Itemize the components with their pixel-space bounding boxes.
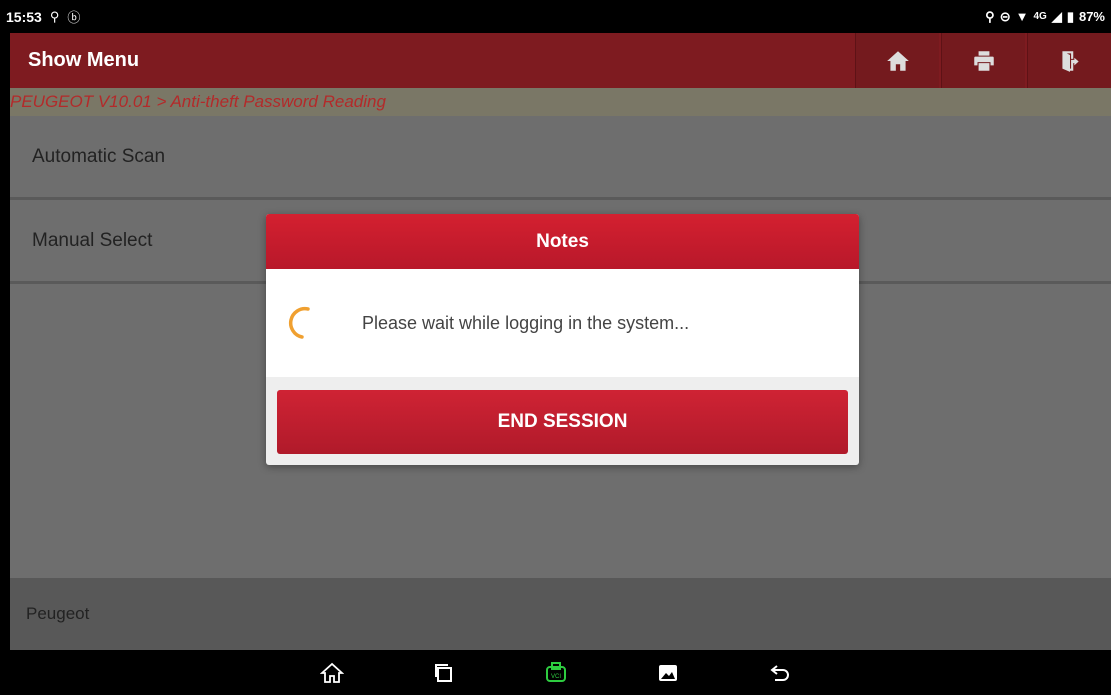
nav-gallery-button[interactable] xyxy=(656,661,680,685)
vci-icon: VCI xyxy=(545,661,566,682)
dialog-body: Please wait while logging in the system.… xyxy=(266,269,859,377)
dialog-title: Notes xyxy=(266,214,859,269)
exit-button[interactable] xyxy=(1027,33,1111,88)
gallery-icon xyxy=(658,664,677,681)
nav-home-button[interactable] xyxy=(319,661,344,685)
exit-icon xyxy=(1061,50,1079,72)
print-icon xyxy=(973,50,994,71)
left-edge xyxy=(0,33,10,650)
network-type: 4G xyxy=(1033,11,1047,22)
usb-debug-icon: ⚲ xyxy=(49,8,60,24)
android-nav-bar: VCI xyxy=(0,650,1111,695)
location-icon: ⚲ xyxy=(985,8,995,24)
home-button[interactable] xyxy=(855,33,939,88)
svg-text:VCI: VCI xyxy=(550,674,560,680)
back-icon xyxy=(769,664,789,681)
nav-recents-button[interactable] xyxy=(432,661,456,685)
status-bar: 15:53 ⚲ ⓑ ⚲ ⊝ ▼ 4G ◢ ▮ 87% xyxy=(0,0,1111,33)
battery-level: 87% xyxy=(1078,9,1105,24)
dialog-message: Please wait while logging in the system.… xyxy=(362,312,690,333)
notes-dialog: Notes Please wait while logging in the s… xyxy=(266,214,859,465)
page-title: Show Menu xyxy=(28,49,140,71)
footer-label: Peugeot xyxy=(26,604,90,623)
signal-icon: ◢ xyxy=(1051,8,1062,24)
end-session-button[interactable]: END SESSION xyxy=(277,390,848,454)
footer-bar: Peugeot xyxy=(10,578,1111,650)
nav-back-button[interactable] xyxy=(768,661,792,685)
menu-item-automatic-scan[interactable]: Automatic Scan xyxy=(10,116,1111,200)
wifi-icon: ▼ xyxy=(1015,9,1029,24)
nav-vci-button[interactable]: VCI xyxy=(544,661,568,685)
loading-spinner-icon xyxy=(289,306,310,339)
app-header: Show Menu xyxy=(10,33,1111,88)
dnd-icon: ⊝ xyxy=(999,8,1011,24)
recents-icon xyxy=(434,663,452,682)
battery-icon: ▮ xyxy=(1066,8,1074,24)
home-outline-icon xyxy=(319,662,344,683)
print-button[interactable] xyxy=(941,33,1025,88)
breadcrumb: PEUGEOT V10.01 > Anti-theft Password Rea… xyxy=(10,88,1111,116)
home-icon xyxy=(886,50,909,71)
status-time: 15:53 xyxy=(6,8,42,25)
bluetooth-circle-icon: ⓑ xyxy=(67,10,81,25)
